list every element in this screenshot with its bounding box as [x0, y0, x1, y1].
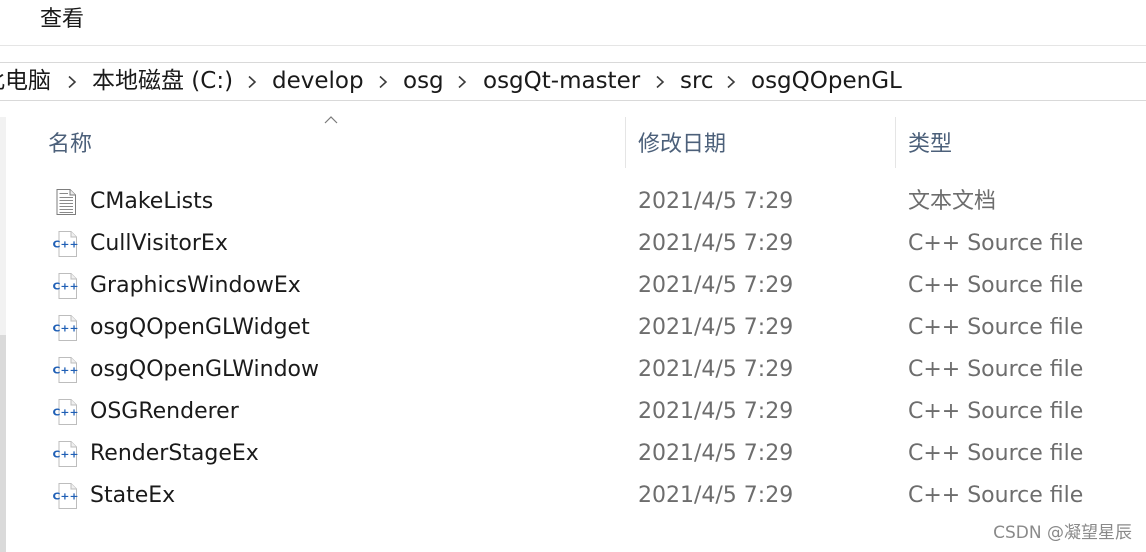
breadcrumb-item-osgqt-master[interactable]: osgQt-master: [483, 63, 640, 100]
cpp-icon-label: C++: [53, 450, 79, 461]
breadcrumb-item-src[interactable]: src: [680, 63, 714, 100]
file-modified-date: 2021/4/5 7:29: [638, 357, 794, 382]
file-name: CMakeLists: [90, 189, 214, 214]
file-modified-date: 2021/4/5 7:29: [638, 399, 794, 424]
file-type: C++ Source file: [908, 273, 1084, 298]
file-list: CMakeLists 2021/4/5 7:29 文本文档 C++ CullVi…: [0, 181, 1146, 517]
file-row[interactable]: C++ osgQOpenGLWidget 2021/4/5 7:29 C++ S…: [0, 307, 1146, 349]
file-modified-date: 2021/4/5 7:29: [638, 231, 794, 256]
column-header-name[interactable]: 名称: [48, 122, 92, 168]
chevron-right-icon[interactable]: [247, 75, 257, 89]
file-name: OSGRenderer: [90, 399, 239, 424]
breadcrumb-item-osg[interactable]: osg: [403, 63, 444, 100]
cpp-icon-label: C++: [53, 240, 79, 251]
file-modified-date: 2021/4/5 7:29: [638, 483, 794, 508]
file-type: C++ Source file: [908, 483, 1084, 508]
file-type: C++ Source file: [908, 399, 1084, 424]
column-divider[interactable]: [895, 117, 896, 168]
file-name: StateEx: [90, 483, 176, 508]
breadcrumb-item-osgqopengl[interactable]: osgQOpenGL: [751, 63, 902, 100]
chevron-up-icon: [324, 116, 338, 124]
chevron-right-icon[interactable]: [67, 75, 77, 89]
file-row[interactable]: C++ OSGRenderer 2021/4/5 7:29 C++ Source…: [0, 391, 1146, 433]
chevron-right-icon[interactable]: [726, 75, 736, 89]
file-modified-date: 2021/4/5 7:29: [638, 273, 794, 298]
cpp-icon-label: C++: [53, 324, 79, 335]
cpp-source-icon: C++: [52, 440, 80, 468]
file-row[interactable]: C++ RenderStageEx 2021/4/5 7:29 C++ Sour…: [0, 433, 1146, 475]
text-document-icon: [52, 188, 80, 216]
chevron-right-icon[interactable]: [457, 75, 467, 89]
file-row[interactable]: C++ GraphicsWindowEx 2021/4/5 7:29 C++ S…: [0, 265, 1146, 307]
file-row[interactable]: C++ osgQOpenGLWindow 2021/4/5 7:29 C++ S…: [0, 349, 1146, 391]
file-row[interactable]: C++ CullVisitorEx 2021/4/5 7:29 C++ Sour…: [0, 223, 1146, 265]
file-type: C++ Source file: [908, 231, 1084, 256]
breadcrumb-item-this-pc[interactable]: 此电脑: [0, 63, 51, 100]
cpp-source-icon: C++: [52, 398, 80, 426]
address-bar[interactable]: 此电脑 本地磁盘 (C:) develop osg osgQt-master s…: [0, 62, 1146, 101]
watermark: CSDN @凝望星辰: [993, 523, 1132, 543]
cpp-source-icon: C++: [52, 230, 80, 258]
file-name: RenderStageEx: [90, 441, 259, 466]
file-type: C++ Source file: [908, 357, 1084, 382]
file-name: osgQOpenGLWidget: [90, 315, 310, 340]
file-modified-date: 2021/4/5 7:29: [638, 189, 794, 214]
cpp-source-icon: C++: [52, 314, 80, 342]
cpp-source-icon: C++: [52, 356, 80, 384]
cpp-source-icon: C++: [52, 272, 80, 300]
ribbon-tab-view[interactable]: 查看: [40, 5, 84, 35]
chevron-right-icon[interactable]: [655, 75, 665, 89]
file-name: GraphicsWindowEx: [90, 273, 301, 298]
file-modified-date: 2021/4/5 7:29: [638, 315, 794, 340]
file-row[interactable]: CMakeLists 2021/4/5 7:29 文本文档: [0, 181, 1146, 223]
cpp-icon-label: C++: [53, 408, 79, 419]
column-header: 名称 修改日期 类型: [0, 116, 1146, 168]
file-type: 文本文档: [908, 189, 997, 214]
cpp-source-icon: C++: [52, 482, 80, 510]
breadcrumb-item-local-disk[interactable]: 本地磁盘 (C:): [92, 63, 233, 100]
file-modified-date: 2021/4/5 7:29: [638, 441, 794, 466]
chevron-right-icon[interactable]: [378, 75, 388, 89]
cpp-icon-label: C++: [53, 492, 79, 503]
cpp-icon-label: C++: [53, 366, 79, 377]
file-row[interactable]: C++ StateEx 2021/4/5 7:29 C++ Source fil…: [0, 475, 1146, 517]
file-name: CullVisitorEx: [90, 231, 228, 256]
file-name: osgQOpenGLWindow: [90, 357, 319, 382]
column-divider[interactable]: [625, 117, 626, 168]
column-header-type[interactable]: 类型: [908, 122, 952, 168]
ribbon: 查看: [0, 0, 1146, 46]
file-type: C++ Source file: [908, 441, 1084, 466]
file-type: C++ Source file: [908, 315, 1084, 340]
breadcrumb-item-develop[interactable]: develop: [272, 63, 364, 100]
cpp-icon-label: C++: [53, 282, 79, 293]
column-header-modified[interactable]: 修改日期: [638, 122, 726, 168]
